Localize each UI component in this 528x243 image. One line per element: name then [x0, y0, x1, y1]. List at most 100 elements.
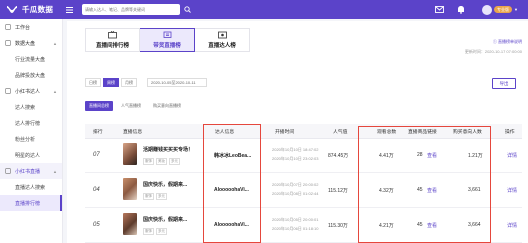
sidebar-item-label: 粉丝分析: [15, 136, 36, 143]
filter-button-0[interactable]: 日榜: [85, 78, 101, 87]
start-time: 2020年10月05日 20:00:01: [272, 217, 319, 222]
sidebar-item-label: 直播排行榜: [15, 200, 41, 207]
live-title[interactable]: 国庆快乐，假期来...: [143, 181, 187, 188]
end-time: 2020年10月10日 23:02:03: [272, 156, 319, 161]
top-bar: 千瓜数据 专业版 ▼: [0, 0, 528, 19]
user-menu[interactable]: 专业版 ▼: [482, 4, 518, 15]
dashboard-icon: [5, 40, 11, 46]
sidebar-item-10[interactable]: 直播达人搜索: [0, 179, 62, 195]
update-time: 更新时间：2020-10-17 07:00:00: [464, 49, 522, 54]
message-icon[interactable]: [434, 5, 444, 15]
ranking-note-link[interactable]: ① 直播榜单说明: [493, 39, 522, 45]
tab-label: 直播达人榜: [208, 42, 236, 49]
filter-button-1[interactable]: 周榜: [103, 78, 119, 87]
sidebar-item-label: 达人排行榜: [15, 120, 41, 127]
chevron-down-icon: ▼: [514, 7, 518, 12]
sidebar-item-label: 达人搜索: [15, 104, 36, 111]
search-icon[interactable]: [181, 4, 193, 15]
start-time: 2020年10月07日 20:00:02: [272, 182, 319, 187]
start-time: 2020年10月10日 18:47:02: [272, 147, 319, 152]
detail-link[interactable]: 详情: [507, 222, 517, 229]
sidebar-item-label: 直播达人搜索: [15, 184, 46, 191]
tab-1[interactable]: 带货直播榜: [140, 28, 195, 52]
sidebar-item-3[interactable]: 品牌投放大盘: [0, 67, 62, 83]
sidebar-item-5[interactable]: 达人搜索: [0, 99, 62, 115]
tag: 多元: [156, 193, 167, 200]
live-icon: [5, 168, 11, 174]
tag: 多元: [169, 158, 180, 165]
subtab-1[interactable]: 人气直播榜: [117, 101, 145, 111]
rank-number: 05: [93, 222, 100, 228]
chevron-up-icon: ▲: [53, 40, 57, 46]
detail-link[interactable]: 详情: [507, 187, 517, 194]
home-icon: [5, 24, 11, 30]
tab-0[interactable]: 直播间排行榜: [85, 28, 140, 52]
tag: 服饰: [143, 193, 154, 200]
avatar: [482, 4, 493, 15]
sidebar-group-4[interactable]: 小红书达人 ▲: [0, 83, 62, 99]
tab-2[interactable]: 直播达人榜: [195, 28, 250, 52]
cart-icon: [163, 31, 172, 39]
tag: 多元: [156, 228, 167, 235]
live-title[interactable]: 国庆快乐，假期来...: [143, 216, 187, 223]
th-live-info: 直播信息: [123, 130, 143, 135]
sidebar-item-11[interactable]: 直播排行榜: [0, 195, 62, 211]
highlight-box-metrics: [358, 126, 491, 243]
chevron-up-icon: ▲: [53, 168, 57, 174]
popularity-value: 115.12万: [328, 188, 348, 194]
sidebar-group-1[interactable]: 数据大盘 ▲: [0, 35, 62, 51]
th-popularity: 人气值: [333, 130, 348, 135]
sidebar-item-label: 明星的达人: [15, 152, 41, 159]
app-logo[interactable]: 千瓜数据: [0, 0, 62, 19]
live-title[interactable]: 活期赚钱买买买专场！: [143, 146, 193, 153]
tab-label: 直播间排行榜: [95, 42, 129, 49]
sidebar-group-9[interactable]: 小红书直播 ▲: [0, 163, 62, 179]
th-start-time: 开播时间: [275, 130, 295, 135]
end-time: 2020年10月08日 01:02:44: [272, 191, 319, 196]
sidebar-item-6[interactable]: 达人排行榜: [0, 115, 62, 131]
search-input[interactable]: [85, 7, 167, 12]
th-rank: 排行: [93, 130, 103, 135]
tv-icon: [108, 31, 117, 39]
th-action: 操作: [505, 130, 515, 135]
live-tags: 服饰 美妆 多元: [143, 158, 180, 165]
popularity-value: 874.45万: [328, 153, 349, 159]
highlight-box-anchor: [203, 124, 261, 243]
sidebar-item-label: 行业流量大盘: [15, 56, 46, 63]
menu-toggle-icon[interactable]: [64, 0, 74, 19]
sidebar-group-label: 小红书达人: [15, 88, 41, 95]
crown-icon: [217, 31, 227, 39]
sidebar-group-label: 数据大盘: [15, 40, 36, 47]
tag: 美妆: [156, 158, 167, 165]
export-button[interactable]: 导出: [492, 78, 516, 89]
popularity-value: 115.30万: [328, 223, 348, 229]
sidebar: 工作台数据大盘 ▲ 行业流量大盘品牌投放大盘小红书达人 ▲ 达人搜索达人排行榜粉丝分析明…: [0, 19, 63, 243]
live-cover-image[interactable]: [123, 178, 137, 200]
sub-tabs: 直播间总榜 人气直播榜 购买意向直播榜: [85, 101, 185, 111]
filter-button-2[interactable]: 月榜: [121, 78, 137, 87]
live-tags: 服饰 多元: [143, 228, 167, 235]
chevron-up-icon: ▲: [53, 88, 57, 94]
sidebar-item-2[interactable]: 行业流量大盘: [0, 51, 62, 67]
date-range-select[interactable]: 2020-10-05至2020-10-11: [147, 78, 207, 87]
tag: 服饰: [143, 228, 154, 235]
sidebar-group-0[interactable]: 工作台: [0, 19, 62, 35]
sidebar-group-label: 小红书直播: [15, 168, 41, 175]
subtab-2[interactable]: 购买意向直播榜: [149, 101, 185, 111]
vip-badge: 专业版: [494, 6, 513, 13]
subtab-0[interactable]: 直播间总榜: [85, 101, 113, 111]
live-cover-image[interactable]: [123, 143, 137, 165]
ranking-tabs: 直播间排行榜 带货直播榜 直播达人榜: [85, 28, 250, 52]
sidebar-item-8[interactable]: 明星的达人: [0, 147, 62, 163]
sidebar-group-label: 工作台: [15, 24, 31, 31]
app-name: 千瓜数据: [22, 5, 54, 14]
sidebar-item-7[interactable]: 粉丝分析: [0, 131, 62, 147]
notification-bell-icon[interactable]: [456, 5, 466, 15]
tag: 服饰: [143, 158, 154, 165]
detail-link[interactable]: 详情: [507, 152, 517, 159]
live-cover-image[interactable]: [123, 213, 137, 235]
tab-label: 带货直播榜: [153, 42, 181, 49]
logo-icon: [6, 5, 18, 15]
end-time: 2020年10月06日 01:18:10: [272, 226, 319, 231]
rank-number: 04: [93, 187, 100, 193]
